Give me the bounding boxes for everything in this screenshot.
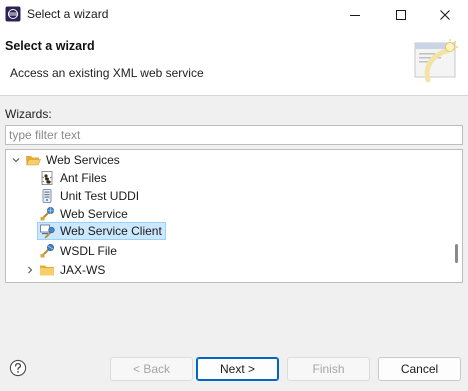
folder-open-icon [26, 156, 41, 166]
tree-item-label: WSDL File [60, 244, 117, 258]
window-title: Select a wizard [27, 7, 109, 21]
folder-icon [40, 265, 54, 276]
tree-item-label: Web Services [46, 153, 120, 167]
tree-item-label: JAX-WS [60, 263, 106, 277]
filter-input[interactable] [5, 125, 463, 145]
web-service-icon [40, 206, 55, 221]
tree-scrollbar-thumb[interactable] [455, 244, 458, 263]
title-bar: Select a wizard [0, 0, 468, 29]
maximize-icon [396, 9, 406, 20]
eclipse-app-icon [5, 6, 21, 22]
tree-item-web-service[interactable]: Web Service [39, 205, 130, 223]
wsdl-icon [40, 243, 55, 258]
tree-item-unit-test-uddi[interactable]: Unit Test UDDI [39, 187, 141, 205]
tree-item-label: Ant Files [60, 171, 107, 185]
tree-item-web-services[interactable]: Web Services [25, 151, 122, 169]
tree-item-label: Unit Test UDDI [60, 189, 140, 203]
tree-item-ant-files[interactable]: Ant Files [39, 169, 109, 187]
back-button[interactable]: < Back [110, 357, 193, 381]
next-button[interactable]: Next > [196, 357, 279, 381]
wizard-banner: Select a wizard Access an existing XML w… [0, 29, 468, 96]
tree-item-label: Web Service Client [60, 224, 162, 238]
chevron-right-icon[interactable] [25, 265, 35, 275]
tree-item-web-service-client[interactable]: Web Service Client [37, 222, 166, 240]
wizards-label: Wizards: [5, 107, 52, 121]
wizard-banner-icon [414, 39, 458, 83]
finish-button[interactable]: Finish [287, 357, 370, 381]
tree-item-wsdl-file[interactable]: WSDL File [39, 242, 119, 260]
minimize-button[interactable] [332, 0, 378, 29]
banner-description: Access an existing XML web service [10, 66, 204, 80]
tree-item-label: Web Service [60, 207, 128, 221]
close-button[interactable] [422, 0, 468, 29]
banner-title: Select a wizard [5, 39, 95, 53]
maximize-button[interactable] [378, 0, 424, 29]
help-icon[interactable] [9, 359, 27, 377]
web-service-client-icon [40, 224, 55, 239]
cancel-button[interactable]: Cancel [378, 357, 461, 381]
minimize-icon [350, 14, 360, 16]
uddi-icon [42, 189, 52, 203]
ant-icon [41, 171, 53, 185]
close-icon [440, 9, 450, 20]
tree-item-jax-ws[interactable]: JAX-WS [39, 261, 107, 279]
wizard-dialog: Select a wizard Select a wizard Access a… [0, 0, 468, 391]
wizard-tree[interactable]: Web Services Ant Files Unit Test UDDI We… [5, 149, 463, 283]
chevron-down-icon[interactable] [11, 155, 21, 165]
